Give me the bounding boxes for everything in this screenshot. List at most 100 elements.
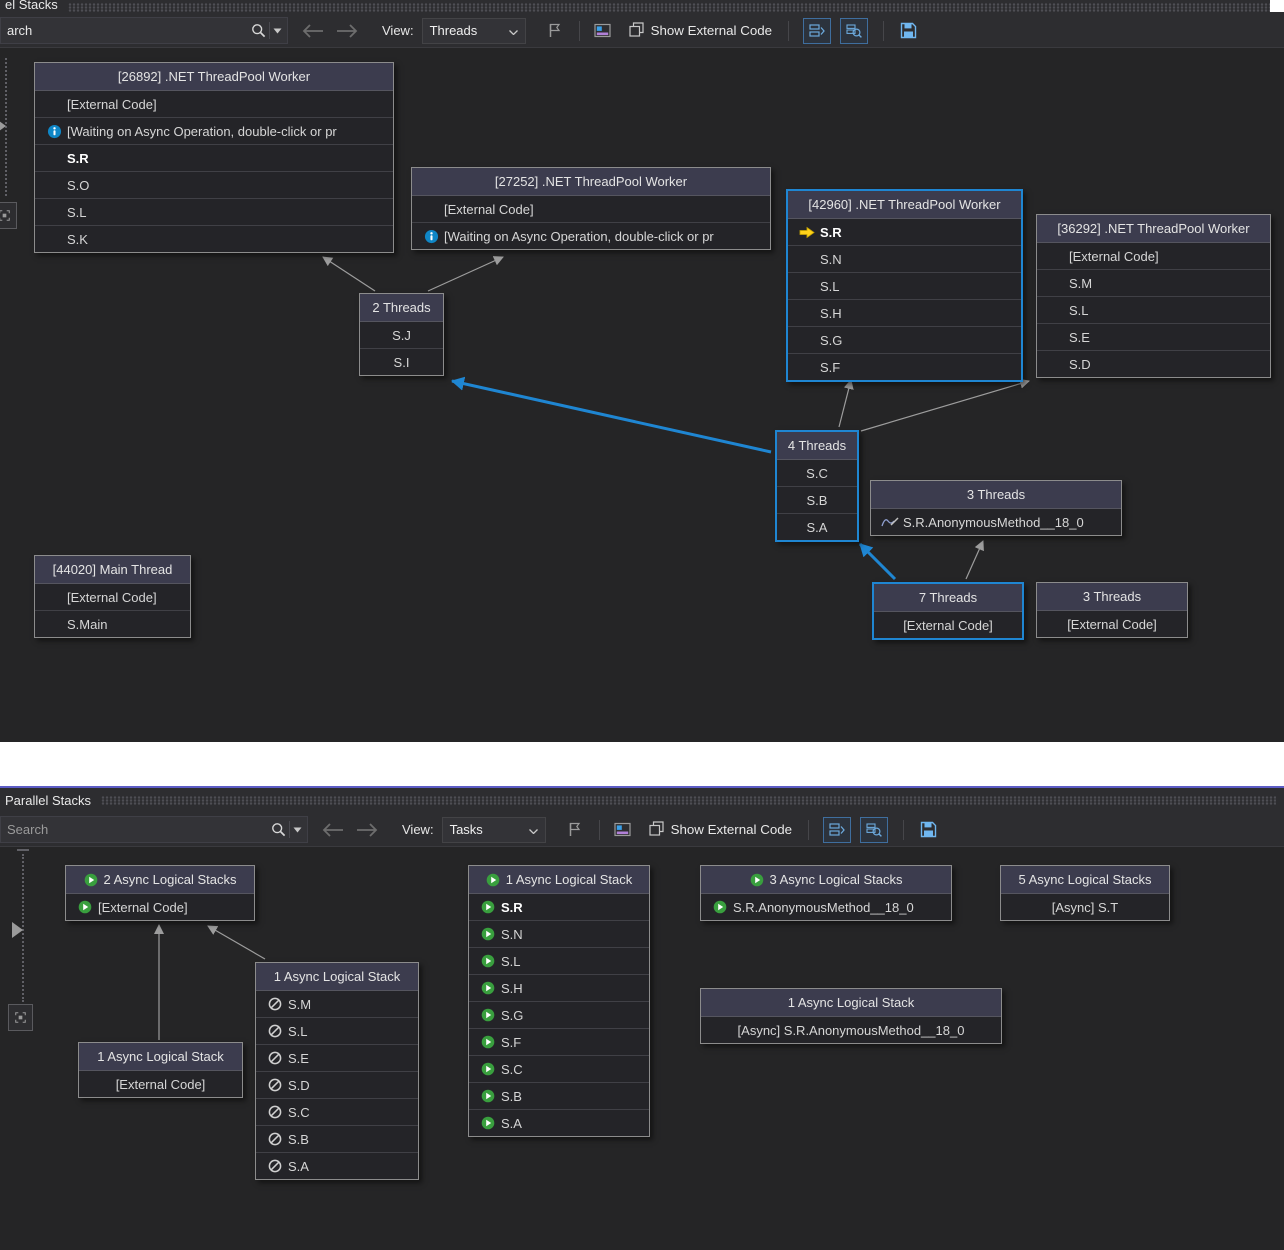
node-header[interactable]: 3 Threads: [871, 481, 1121, 509]
thread-36292[interactable]: [36292] .NET ThreadPool Worker[External …: [1036, 214, 1271, 378]
zoom-slider-thumb[interactable]: [0, 118, 6, 134]
stack-frame[interactable]: S.B: [469, 1083, 649, 1110]
node-header[interactable]: 1 Async Logical Stack: [256, 963, 418, 991]
stack-frame[interactable]: S.B: [777, 487, 857, 514]
forward-button[interactable]: [336, 24, 358, 38]
stack-frame[interactable]: S.L: [256, 1018, 418, 1045]
stack-frame[interactable]: [External Code]: [35, 584, 190, 611]
stack-frame[interactable]: [Waiting on Async Operation, double-clic…: [35, 118, 393, 145]
async-1-stack-blocked[interactable]: 1 Async Logical StackS.MS.LS.ES.DS.CS.BS…: [255, 962, 419, 1180]
stack-frame[interactable]: S.E: [256, 1045, 418, 1072]
stack-frame[interactable]: S.L: [469, 948, 649, 975]
thread-main-44020[interactable]: [44020] Main Thread[External Code]S.Main: [34, 555, 191, 638]
search-input[interactable]: [1, 822, 271, 837]
threads-graph-canvas[interactable]: [26892] .NET ThreadPool Worker[External …: [0, 0, 1284, 742]
thread-27252[interactable]: [27252] .NET ThreadPool Worker[External …: [411, 167, 771, 250]
node-header[interactable]: 5 Async Logical Stacks: [1001, 866, 1169, 894]
save-button[interactable]: [920, 821, 937, 838]
zoom-to-fit-button[interactable]: [8, 1004, 33, 1031]
stack-frame[interactable]: S.E: [1037, 324, 1270, 351]
stack-frame[interactable]: S.N: [788, 246, 1021, 273]
node-header[interactable]: [26892] .NET ThreadPool Worker: [35, 63, 393, 91]
stack-frame[interactable]: S.H: [788, 300, 1021, 327]
stack-frame[interactable]: S.L: [1037, 297, 1270, 324]
stack-frame[interactable]: S.R.AnonymousMethod__18_0: [701, 894, 951, 920]
search-icon[interactable]: [271, 822, 286, 837]
group-7-threads[interactable]: 7 Threads[External Code]: [872, 582, 1024, 640]
node-header[interactable]: 1 Async Logical Stack: [79, 1043, 242, 1071]
flag-button[interactable]: [568, 822, 581, 837]
stack-frame[interactable]: [External Code]: [412, 196, 770, 223]
back-button[interactable]: [302, 24, 324, 38]
search-box[interactable]: [0, 17, 288, 44]
autoscroll-toggle[interactable]: [860, 817, 888, 843]
search-input[interactable]: [1, 23, 251, 38]
zoom-slider-thumb[interactable]: [12, 922, 23, 938]
tasks-graph-canvas[interactable]: 2 Async Logical Stacks[External Code]1 A…: [0, 788, 1284, 1250]
zoom-to-fit-button[interactable]: [0, 202, 17, 229]
autoscroll-toggle[interactable]: [840, 18, 868, 44]
stack-frame[interactable]: S.F: [788, 354, 1021, 380]
stack-frame[interactable]: [External Code]: [1037, 611, 1187, 637]
group-3-threads-external[interactable]: 3 Threads[External Code]: [1036, 582, 1188, 638]
node-header[interactable]: [36292] .NET ThreadPool Worker: [1037, 215, 1270, 243]
stack-frame[interactable]: S.C: [256, 1099, 418, 1126]
save-button[interactable]: [900, 22, 917, 39]
stack-frame[interactable]: S.I: [360, 349, 443, 375]
flag-button[interactable]: [548, 23, 561, 38]
async-1-stack-external[interactable]: 1 Async Logical Stack[External Code]: [78, 1042, 243, 1098]
stack-frame[interactable]: S.D: [1037, 351, 1270, 377]
thread-26892[interactable]: [26892] .NET ThreadPool Worker[External …: [34, 62, 394, 253]
stack-view-button[interactable]: [614, 822, 631, 837]
zoom-slider[interactable]: [9, 852, 35, 1002]
group-4-threads[interactable]: 4 ThreadsS.CS.BS.A: [775, 430, 859, 542]
node-header[interactable]: 2 Async Logical Stacks: [66, 866, 254, 894]
show-external-code-button[interactable]: Show External Code: [629, 22, 773, 40]
search-options-caret[interactable]: [293, 827, 307, 833]
stack-frame[interactable]: S.H: [469, 975, 649, 1002]
stack-frame[interactable]: S.G: [788, 327, 1021, 354]
stack-frame[interactable]: S.G: [469, 1002, 649, 1029]
view-dropdown[interactable]: Threads: [422, 18, 526, 44]
stack-frame[interactable]: S.A: [777, 514, 857, 540]
stack-frame[interactable]: S.B: [256, 1126, 418, 1153]
stack-frame[interactable]: [External Code]: [1037, 243, 1270, 270]
async-1-stack-anonymous[interactable]: 1 Async Logical Stack[Async] S.R.Anonymo…: [700, 988, 1002, 1044]
stack-frame[interactable]: S.J: [360, 322, 443, 349]
stack-frame[interactable]: S.C: [777, 460, 857, 487]
node-header[interactable]: 2 Threads: [360, 294, 443, 322]
stack-frame[interactable]: S.K: [35, 226, 393, 252]
node-header[interactable]: 7 Threads: [874, 584, 1022, 612]
search-box[interactable]: [0, 816, 308, 843]
stack-view-button[interactable]: [594, 23, 611, 38]
window-titlebar[interactable]: el Stacks: [0, 0, 1284, 14]
zoom-slider[interactable]: [0, 56, 18, 196]
back-button[interactable]: [322, 823, 344, 837]
node-header[interactable]: [42960] .NET ThreadPool Worker: [788, 191, 1021, 219]
group-2-threads[interactable]: 2 ThreadsS.JS.I: [359, 293, 444, 376]
stack-frame[interactable]: S.F: [469, 1029, 649, 1056]
stack-frame[interactable]: S.L: [788, 273, 1021, 300]
method-view-toggle[interactable]: [803, 18, 831, 44]
stack-frame[interactable]: S.R.AnonymousMethod__18_0: [871, 509, 1121, 535]
stack-frame[interactable]: S.O: [35, 172, 393, 199]
window-titlebar[interactable]: Parallel Stacks: [0, 788, 1284, 813]
node-header[interactable]: 4 Threads: [777, 432, 857, 460]
search-options-caret[interactable]: [273, 28, 287, 34]
stack-frame[interactable]: S.N: [469, 921, 649, 948]
stack-frame[interactable]: [External Code]: [35, 91, 393, 118]
stack-frame[interactable]: [Async] S.R.AnonymousMethod__18_0: [701, 1017, 1001, 1043]
node-header[interactable]: 3 Async Logical Stacks: [701, 866, 951, 894]
async-2-logical-stacks[interactable]: 2 Async Logical Stacks[External Code]: [65, 865, 255, 921]
stack-frame[interactable]: [Waiting on Async Operation, double-clic…: [412, 223, 770, 249]
method-view-toggle[interactable]: [823, 817, 851, 843]
node-header[interactable]: 1 Async Logical Stack: [469, 866, 649, 894]
stack-frame[interactable]: S.A: [256, 1153, 418, 1179]
forward-button[interactable]: [356, 823, 378, 837]
stack-frame[interactable]: [External Code]: [79, 1071, 242, 1097]
stack-frame[interactable]: S.A: [469, 1110, 649, 1136]
stack-frame[interactable]: S.M: [256, 991, 418, 1018]
view-dropdown[interactable]: Tasks: [442, 817, 546, 843]
stack-frame[interactable]: S.R: [469, 894, 649, 921]
async-5-logical-stacks[interactable]: 5 Async Logical Stacks[Async] S.T: [1000, 865, 1170, 921]
